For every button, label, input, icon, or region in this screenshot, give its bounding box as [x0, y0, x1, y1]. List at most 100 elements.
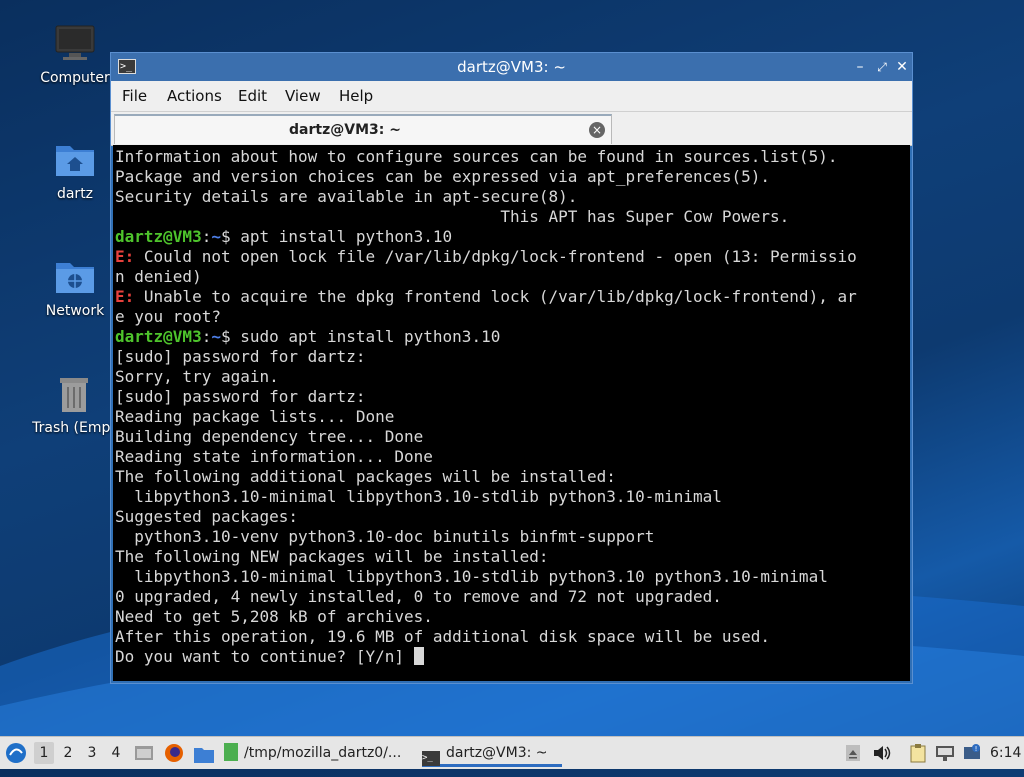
file-manager-icon[interactable] — [193, 744, 215, 763]
desktop-icon-network[interactable]: Network — [27, 255, 123, 319]
task-terminal[interactable]: >_ dartz@VM3: ~ — [422, 739, 562, 767]
eject-icon[interactable] — [846, 743, 860, 763]
close-icon[interactable]: ✕ — [893, 57, 911, 77]
terminal-output[interactable]: Information about how to configure sourc… — [113, 145, 910, 681]
network-icon[interactable] — [934, 743, 956, 763]
output-text: Reading state information... Done — [115, 447, 433, 466]
app-menu-button[interactable] — [5, 741, 27, 765]
output-text: After this operation, 19.6 MB of additio… — [115, 627, 771, 646]
volume-icon[interactable] — [872, 743, 892, 763]
desktop-icon-trash[interactable]: Trash (Empt — [24, 372, 124, 436]
error-tag: E: — [115, 287, 135, 306]
menubar: File Actions Edit View Help — [111, 81, 912, 112]
terminal-line: The following additional packages will b… — [115, 467, 616, 486]
terminal-line: Package and version choices can be expre… — [115, 167, 770, 186]
window-titlebar[interactable]: >_ dartz@VM3: ~ – ⤢ ✕ — [111, 53, 912, 81]
terminal-line: After this operation, 19.6 MB of additio… — [115, 627, 770, 646]
error-tag: E: — [115, 247, 135, 266]
terminal-line: Security details are available in apt-se… — [115, 187, 577, 206]
task-label: dartz@VM3: ~ — [446, 745, 548, 761]
output-text: The following NEW packages will be insta… — [115, 547, 549, 566]
output-text: libpython3.10-minimal libpython3.10-stdl… — [115, 567, 828, 586]
menu-view[interactable]: View — [285, 81, 321, 111]
window-title: dartz@VM3: ~ — [457, 58, 566, 76]
desktop-icon-label: Computer — [40, 70, 110, 86]
terminal-line: e you root? — [115, 307, 221, 326]
desktop-icon-dartz[interactable]: dartz — [27, 138, 123, 202]
task-text-editor[interactable]: /tmp/mozilla_dartz0/... — [224, 739, 414, 767]
desktop-icon-label: Network — [45, 303, 105, 319]
clipboard-icon[interactable] — [908, 743, 928, 763]
lubuntu-logo-icon — [6, 743, 26, 763]
terminal-cursor — [413, 647, 424, 665]
maximize-icon[interactable]: ⤢ — [873, 57, 891, 77]
minimize-icon[interactable]: – — [851, 57, 869, 77]
tab-close-icon[interactable]: × — [589, 122, 605, 138]
prompt-command: $ apt install python3.10 — [220, 227, 453, 246]
output-text: Building dependency tree... Done — [115, 427, 424, 446]
terminal-line: libpython3.10-minimal libpython3.10-stdl… — [115, 487, 722, 506]
workspace-4[interactable]: 4 — [106, 742, 126, 764]
output-text: Need to get 5,208 kB of archives. — [115, 607, 433, 626]
output-text: n denied) — [115, 267, 202, 286]
prompt-path: ~ — [211, 227, 221, 246]
workspace-3[interactable]: 3 — [82, 742, 102, 764]
terminal-tab[interactable]: dartz@VM3: ~ × — [114, 114, 612, 144]
tab-title: dartz@VM3: ~ — [289, 122, 401, 138]
prompt-separator: : — [201, 327, 212, 346]
terminal-line: dartz@VM3:~$ apt install python3.10 — [115, 227, 452, 246]
output-text: Reading package lists... Done — [115, 407, 395, 426]
tab-bar: dartz@VM3: ~ × — [111, 112, 912, 146]
output-text: libpython3.10-minimal libpython3.10-stdl… — [115, 487, 722, 506]
terminal-line: libpython3.10-minimal libpython3.10-stdl… — [115, 567, 828, 586]
terminal-line: Reading package lists... Done — [115, 407, 394, 426]
terminal-line: n denied) — [115, 267, 202, 286]
update-notifier-icon[interactable]: ! — [962, 743, 982, 763]
show-desktop-icon[interactable] — [134, 743, 154, 763]
output-text: The following additional packages will b… — [115, 467, 616, 486]
output-text: [sudo] password for dartz: — [115, 387, 366, 406]
terminal-line: The following NEW packages will be insta… — [115, 547, 548, 566]
terminal-icon: >_ — [422, 751, 440, 766]
menu-file[interactable]: File — [122, 81, 147, 111]
error-message: Unable to acquire the dpkg frontend lock… — [134, 287, 857, 306]
output-text: 0 upgraded, 4 newly installed, 0 to remo… — [115, 587, 722, 606]
terminal-line: Do you want to continue? [Y/n] — [115, 647, 424, 666]
output-text: Security details are available in apt-se… — [115, 187, 578, 206]
terminal-line: Suggested packages: — [115, 507, 298, 526]
workspace-2[interactable]: 2 — [58, 742, 78, 764]
terminal-window: >_ dartz@VM3: ~ – ⤢ ✕ File Actions Edit … — [110, 52, 913, 684]
computer-icon — [53, 22, 97, 66]
output-text: Sorry, try again. — [115, 367, 279, 386]
terminal-line: python3.10-venv python3.10-doc binutils … — [115, 527, 654, 546]
trash-icon — [52, 372, 96, 416]
terminal-line: dartz@VM3:~$ sudo apt install python3.10 — [115, 327, 500, 346]
terminal-line: Need to get 5,208 kB of archives. — [115, 607, 433, 626]
desktop-icon-label: Trash (Empt — [32, 420, 116, 436]
text-editor-icon — [224, 743, 238, 761]
workspace-1[interactable]: 1 — [34, 742, 54, 764]
output-text: [sudo] password for dartz: — [115, 347, 366, 366]
output-text: Package and version choices can be expre… — [115, 167, 771, 186]
desktop-icon-label: dartz — [56, 186, 94, 202]
output-text: Suggested packages: — [115, 507, 299, 526]
task-label: /tmp/mozilla_dartz0/... — [244, 745, 402, 761]
prompt-path: ~ — [211, 327, 221, 346]
menu-help[interactable]: Help — [339, 81, 373, 111]
home-folder-icon — [53, 138, 97, 182]
terminal-line: This APT has Super Cow Powers. — [115, 207, 789, 226]
desktop-icon-computer[interactable]: Computer — [27, 22, 123, 86]
terminal-line: [sudo] password for dartz: — [115, 387, 365, 406]
firefox-icon[interactable] — [164, 743, 184, 763]
terminal-line: [sudo] password for dartz: — [115, 347, 365, 366]
svg-text:!: ! — [975, 745, 978, 753]
menu-edit[interactable]: Edit — [238, 81, 267, 111]
prompt-user: dartz@VM3 — [115, 227, 202, 246]
clock[interactable]: 6:14 — [990, 737, 1021, 769]
terminal-line: 0 upgraded, 4 newly installed, 0 to remo… — [115, 587, 722, 606]
menu-actions[interactable]: Actions — [167, 81, 222, 111]
taskbar: 1 2 3 4 /tmp/mozilla_dartz0/... >_ dartz@… — [0, 736, 1024, 769]
error-message: Could not open lock file /var/lib/dpkg/l… — [134, 247, 857, 266]
output-text: This APT has Super Cow Powers. — [115, 207, 790, 226]
terminal-line: E: Unable to acquire the dpkg frontend l… — [115, 287, 857, 306]
